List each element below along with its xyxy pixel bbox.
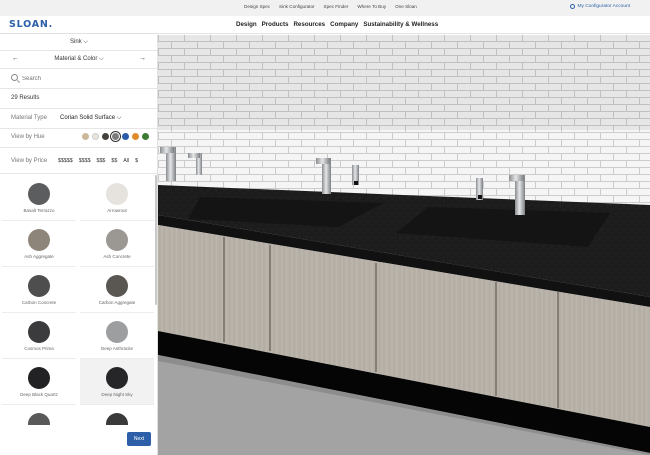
nav-products[interactable]: Products [262,21,289,28]
material-tile[interactable]: Basalt Terrazzo [2,175,76,221]
material-swatch [28,367,50,389]
user-icon [570,4,576,9]
material-name: Deep Night Sky [101,392,133,397]
material-name: Ash Aggregate [24,254,54,259]
sidebar-footer: Next [0,425,157,455]
price-tier-all[interactable]: All [123,158,129,164]
search-input[interactable] [22,73,142,84]
material-name: Basalt Terrazzo [23,208,55,213]
material-swatch [106,183,128,205]
material-tile[interactable]: Ash Concrete [80,221,154,267]
main-nav: SLOAN. Design Products Resources Company… [0,16,650,34]
material-swatch [106,275,128,297]
search-icon [11,74,18,81]
price-tier-2[interactable]: $$ [111,158,117,164]
material-tile[interactable]: Cosmos Prima [2,313,76,359]
search-bar [0,69,157,89]
price-tier-3[interactable]: $$$ [97,158,106,164]
results-count: 29 Results [0,89,157,109]
material-tile[interactable]: Deep Anthracite [80,313,154,359]
sloan-logo[interactable]: SLOAN. [9,19,53,30]
price-filter: View by Price $$$$$ $$$$ $$$ $$ All $ [0,148,157,174]
material-name: Deep Black Quartz [20,392,58,397]
hue-swatch[interactable] [122,133,129,140]
material-swatch [106,367,128,389]
material-type-label: Material Type [11,115,47,121]
material-name: Deep Anthracite [100,346,134,351]
product-select-label: Sink [70,39,82,45]
material-tile[interactable]: Arrowroot [80,175,154,221]
price-tier-5[interactable]: $$$$$ [58,158,73,164]
hue-filter: View by Hue [0,129,157,148]
step-select-label: Material & Color [54,56,98,62]
material-name: Arrowroot [107,208,127,213]
material-name: Ash Concrete [103,254,131,259]
utility-link-where-to-buy[interactable]: Where To Buy [357,4,386,9]
material-tile[interactable]: Carbon Concrete [2,267,76,313]
hue-swatch[interactable] [110,131,121,142]
material-name: Cosmos Prima [24,346,54,351]
utility-bar: Design Spec Sink Configurator Spec Finde… [0,0,650,16]
account-link[interactable]: My Configurator Account [570,4,630,9]
step-navigation: ← Material & Color ⌵ → [0,51,157,69]
utility-link-sink-configurator[interactable]: Sink Configurator [279,4,315,9]
configurator-sidebar: Sink ⌵ ← Material & Color ⌵ → 29 Results… [0,35,158,455]
nav-links: Design Products Resources Company Sustai… [236,21,438,28]
chevron-down-icon: ⌵ [83,39,88,45]
next-step-arrow-icon[interactable]: → [139,55,146,62]
material-swatch [106,229,128,251]
nav-resources[interactable]: Resources [293,21,325,28]
scrollbar[interactable] [155,175,157,305]
material-swatch [28,275,50,297]
price-tier-4[interactable]: $$$$ [79,158,91,164]
step-select[interactable]: Material & Color ⌵ [0,56,157,63]
utility-link-spec-finder[interactable]: Spec Finder [324,4,349,9]
material-swatch [106,321,128,343]
hue-swatch[interactable] [92,133,99,140]
material-swatch [28,183,50,205]
utility-link-design-spec[interactable]: Design Spec [244,4,270,9]
material-type-select[interactable]: Corian Solid Surface ⌵ [60,115,121,122]
material-swatch [28,229,50,251]
next-button[interactable]: Next [127,432,151,446]
material-tile[interactable]: Deep Night Sky [80,359,154,405]
hue-swatch[interactable] [142,133,149,140]
material-name: Carbon Aggregate [98,300,136,305]
utility-link-one-sloan[interactable]: One Sloan [395,4,417,9]
hue-swatch[interactable] [102,133,109,140]
chevron-down-icon: ⌵ [116,115,122,121]
sink-3d-preview[interactable] [158,35,650,455]
material-tile[interactable]: Deep Black Quartz [2,359,76,405]
hue-swatch[interactable] [132,133,139,140]
sink-render [158,35,650,455]
material-name: Carbon Concrete [21,300,57,305]
hue-swatch[interactable] [82,133,89,140]
chevron-down-icon: ⌵ [99,56,104,62]
material-swatch [28,321,50,343]
material-type-value: Corian Solid Surface [60,115,116,121]
nav-company[interactable]: Company [330,21,358,28]
material-tile[interactable]: Ash Aggregate [2,221,76,267]
hue-swatches [82,131,149,142]
nav-sustainability[interactable]: Sustainability & Wellness [363,21,438,28]
hue-label: View by Hue [11,134,45,140]
nav-design[interactable]: Design [236,21,257,28]
price-tier-1[interactable]: $ [135,158,138,164]
price-tiers: $$$$$ $$$$ $$$ $$ All $ [58,158,138,164]
utility-links: Design Spec Sink Configurator Spec Finde… [244,4,417,9]
price-label: View by Price [11,158,48,164]
product-select[interactable]: Sink ⌵ [0,35,157,51]
material-tile[interactable]: Carbon Aggregate [80,267,154,313]
material-type-filter: Material Type Corian Solid Surface ⌵ [0,109,157,129]
account-label: My Configurator Account [577,4,630,9]
